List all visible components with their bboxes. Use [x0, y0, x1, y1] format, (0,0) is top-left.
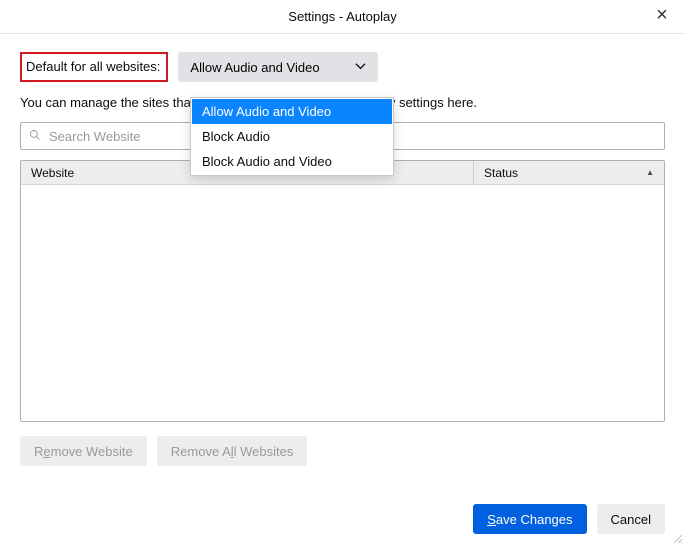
col-status-header[interactable]: Status ▲: [474, 161, 664, 184]
dropdown-option-allow-av[interactable]: Allow Audio and Video: [192, 99, 392, 124]
table-body: [21, 185, 664, 421]
default-label: Default for all websites:: [20, 52, 168, 82]
titlebar: Settings - Autoplay ×: [0, 0, 685, 34]
close-icon[interactable]: ×: [645, 0, 679, 32]
default-dropdown[interactable]: Allow Audio and Video: [178, 52, 378, 82]
table-actions: Remove Website Remove All Websites: [20, 436, 665, 466]
cancel-button[interactable]: Cancel: [597, 504, 665, 534]
window-title: Settings - Autoplay: [288, 9, 396, 24]
resize-grip-icon[interactable]: [671, 532, 683, 544]
save-changes-button[interactable]: Save Changes: [473, 504, 586, 534]
website-table: Website Status ▲: [20, 160, 665, 422]
remove-all-websites-button[interactable]: Remove All Websites: [157, 436, 308, 466]
dropdown-option-block-audio[interactable]: Block Audio: [192, 124, 392, 149]
remove-website-button[interactable]: Remove Website: [20, 436, 147, 466]
sort-up-icon: ▲: [646, 168, 654, 177]
default-row: Default for all websites: Allow Audio an…: [20, 52, 665, 82]
chevron-down-icon: [355, 60, 366, 75]
default-dropdown-menu[interactable]: Allow Audio and Video Block Audio Block …: [190, 97, 394, 176]
search-icon: [29, 129, 47, 144]
dialog-footer: Save Changes Cancel: [473, 504, 665, 534]
dropdown-option-block-av[interactable]: Block Audio and Video: [192, 149, 392, 174]
default-dropdown-value: Allow Audio and Video: [190, 60, 319, 75]
